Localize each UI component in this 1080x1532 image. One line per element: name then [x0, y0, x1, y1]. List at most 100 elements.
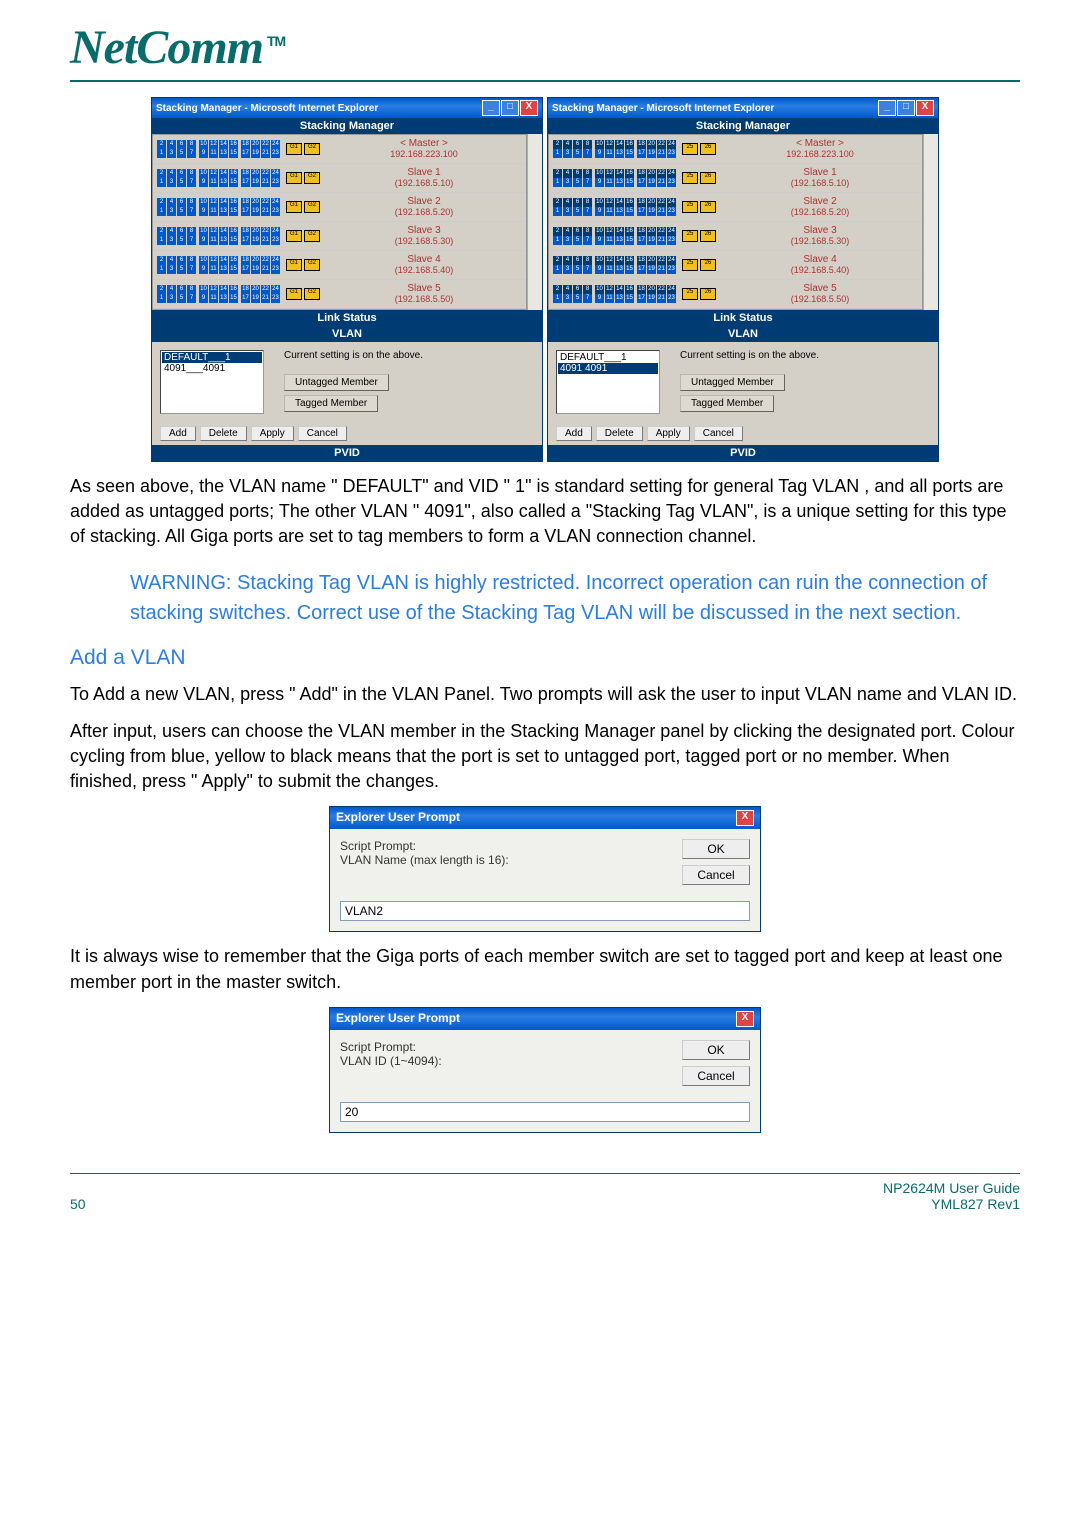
port[interactable]: 12 [209, 256, 218, 265]
port[interactable]: 9 [595, 178, 604, 187]
port[interactable]: 9 [595, 294, 604, 303]
port[interactable]: 23 [667, 265, 676, 274]
port[interactable]: 12 [605, 285, 614, 294]
port[interactable]: 8 [583, 227, 592, 236]
port[interactable]: 18 [637, 140, 646, 149]
close-icon[interactable]: X [736, 1011, 754, 1027]
port[interactable]: 5 [573, 294, 582, 303]
port[interactable]: 1 [157, 178, 166, 187]
port[interactable]: 22 [657, 140, 666, 149]
port[interactable]: 6 [573, 169, 582, 178]
port[interactable]: 24 [667, 256, 676, 265]
port[interactable]: 14 [615, 140, 624, 149]
port[interactable]: 15 [229, 265, 238, 274]
port[interactable]: 11 [605, 149, 614, 158]
port[interactable]: 20 [647, 169, 656, 178]
giga-port[interactable]: G2 [304, 288, 320, 300]
port[interactable]: 20 [251, 227, 260, 236]
port[interactable]: 6 [573, 140, 582, 149]
giga-port[interactable]: 26 [700, 172, 716, 184]
port[interactable]: 4 [167, 227, 176, 236]
port[interactable]: 4 [563, 227, 572, 236]
port[interactable]: 23 [271, 149, 280, 158]
port[interactable]: 24 [271, 256, 280, 265]
port[interactable]: 23 [667, 207, 676, 216]
giga-port[interactable]: G1 [286, 288, 302, 300]
port[interactable]: 1 [157, 149, 166, 158]
port[interactable]: 19 [251, 207, 260, 216]
port[interactable]: 15 [625, 207, 634, 216]
port[interactable]: 15 [229, 236, 238, 245]
port[interactable]: 8 [583, 169, 592, 178]
port[interactable]: 24 [667, 285, 676, 294]
port[interactable]: 12 [209, 198, 218, 207]
port[interactable]: 15 [625, 236, 634, 245]
apply-button[interactable]: Apply [251, 426, 294, 441]
port[interactable]: 17 [637, 236, 646, 245]
port[interactable]: 16 [229, 227, 238, 236]
port[interactable]: 21 [261, 149, 270, 158]
port[interactable]: 16 [229, 256, 238, 265]
port[interactable]: 24 [667, 198, 676, 207]
port[interactable]: 1 [157, 265, 166, 274]
port[interactable]: 3 [167, 265, 176, 274]
port[interactable]: 24 [271, 227, 280, 236]
port[interactable]: 2 [157, 256, 166, 265]
port[interactable]: 12 [209, 169, 218, 178]
giga-port[interactable]: G1 [286, 259, 302, 271]
vlan-item-4091[interactable]: 4091 4091 [558, 363, 658, 374]
port[interactable]: 3 [563, 236, 572, 245]
port[interactable]: 22 [261, 140, 270, 149]
port[interactable]: 3 [563, 265, 572, 274]
port[interactable]: 10 [595, 227, 604, 236]
port[interactable]: 2 [553, 256, 562, 265]
port[interactable]: 7 [187, 294, 196, 303]
port[interactable]: 2 [553, 140, 562, 149]
port[interactable]: 4 [563, 140, 572, 149]
port[interactable]: 24 [271, 169, 280, 178]
port[interactable]: 23 [667, 294, 676, 303]
port[interactable]: 17 [637, 294, 646, 303]
vlan-id-input[interactable] [340, 1102, 750, 1122]
port[interactable]: 2 [157, 169, 166, 178]
port[interactable]: 5 [573, 236, 582, 245]
port[interactable]: 23 [271, 265, 280, 274]
port[interactable]: 19 [251, 178, 260, 187]
close-icon[interactable]: X [916, 100, 934, 116]
port[interactable]: 24 [667, 140, 676, 149]
vlan-list[interactable]: DEFAULT___1 4091 4091 [556, 350, 660, 414]
port[interactable]: 5 [573, 149, 582, 158]
port[interactable]: 7 [583, 207, 592, 216]
port[interactable]: 23 [271, 178, 280, 187]
port[interactable]: 22 [261, 285, 270, 294]
giga-port[interactable]: G1 [286, 172, 302, 184]
port[interactable]: 17 [241, 294, 250, 303]
port[interactable]: 8 [187, 198, 196, 207]
giga-port[interactable]: 26 [700, 143, 716, 155]
port[interactable]: 11 [209, 149, 218, 158]
port[interactable]: 7 [187, 149, 196, 158]
port[interactable]: 1 [157, 207, 166, 216]
ok-button[interactable]: OK [682, 839, 750, 859]
port[interactable]: 17 [637, 207, 646, 216]
giga-port[interactable]: G1 [286, 143, 302, 155]
port[interactable]: 5 [177, 294, 186, 303]
port[interactable]: 5 [573, 207, 582, 216]
giga-port[interactable]: 26 [700, 230, 716, 242]
port[interactable]: 23 [667, 149, 676, 158]
port[interactable]: 8 [583, 256, 592, 265]
port[interactable]: 13 [615, 149, 624, 158]
port[interactable]: 9 [199, 207, 208, 216]
port[interactable]: 8 [187, 169, 196, 178]
port[interactable]: 21 [657, 265, 666, 274]
port[interactable]: 9 [199, 294, 208, 303]
port[interactable]: 21 [261, 294, 270, 303]
port[interactable]: 2 [157, 140, 166, 149]
vlan-name-input[interactable] [340, 901, 750, 921]
port[interactable]: 7 [187, 207, 196, 216]
port[interactable]: 24 [667, 227, 676, 236]
port[interactable]: 18 [241, 140, 250, 149]
port[interactable]: 19 [647, 265, 656, 274]
port[interactable]: 15 [229, 294, 238, 303]
port[interactable]: 18 [637, 285, 646, 294]
